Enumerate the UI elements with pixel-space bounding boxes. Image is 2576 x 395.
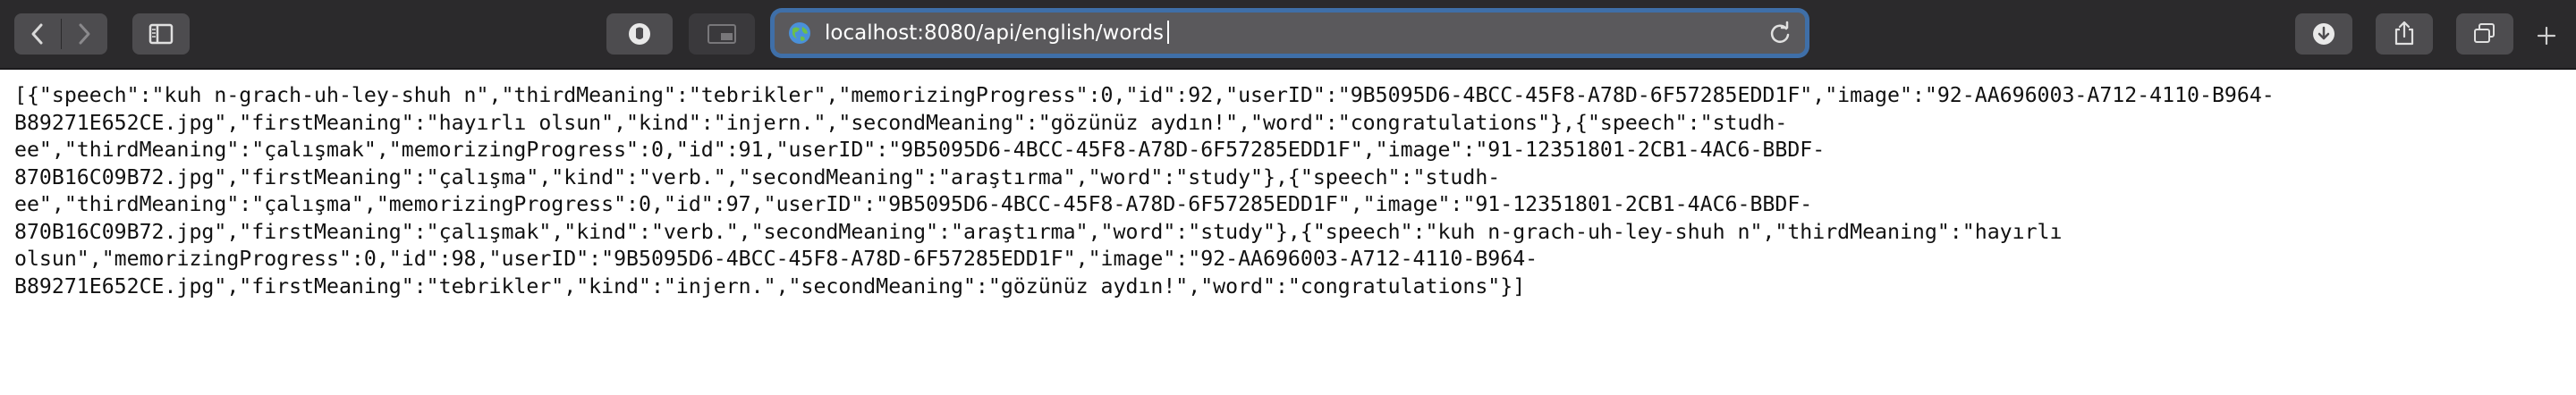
tab-overview-button[interactable]: [2456, 13, 2513, 55]
browser-toolbar: localhost:8080/api/english/words: [0, 0, 2576, 70]
share-button[interactable]: [2376, 13, 2433, 55]
json-line: ee","thirdMeaning":"çalışmak","memorizin…: [14, 138, 1826, 162]
privacy-icon: [629, 23, 650, 45]
download-icon: [2313, 23, 2334, 45]
forward-button[interactable]: [61, 13, 107, 55]
text-caret: [1167, 21, 1170, 44]
json-response-body: [{"speech":"kuh n-grach-uh-ley-shuh n","…: [14, 82, 2555, 300]
json-line: [{"speech":"kuh n-grach-uh-ley-shuh n","…: [14, 83, 2275, 107]
globe-icon: [789, 22, 810, 44]
chevron-right-icon: [79, 23, 90, 45]
url-text[interactable]: localhost:8080/api/english/words: [825, 21, 1170, 45]
pip-button[interactable]: [689, 13, 755, 55]
sidebar-button[interactable]: [132, 13, 190, 55]
back-button[interactable]: [14, 13, 61, 55]
json-line: 870B16C09B72.jpg","firstMeaning":"çalışm…: [14, 164, 1501, 189]
reload-icon[interactable]: [1767, 21, 1792, 46]
json-line: olsun","memorizingProgress":0,"id":98,"u…: [14, 247, 1538, 271]
json-line: B89271E652CE.jpg","firstMeaning":"tebrik…: [14, 273, 1526, 298]
json-line: B89271E652CE.jpg","firstMeaning":"hayırl…: [14, 110, 1788, 135]
navigation-buttons: [14, 13, 107, 55]
downloads-button[interactable]: [2295, 13, 2352, 55]
url-value: localhost:8080/api/english/words: [825, 21, 1165, 45]
chevron-left-icon: [31, 23, 43, 45]
json-line: 870B16C09B72.jpg","firstMeaning":"çalışm…: [14, 219, 2063, 244]
json-line: ee","thirdMeaning":"çalışma","memorizing…: [14, 192, 1813, 216]
plus-icon[interactable]: [2536, 25, 2557, 46]
share-icon: [2394, 21, 2414, 46]
address-bar[interactable]: localhost:8080/api/english/words: [775, 13, 1805, 54]
privacy-report-button[interactable]: [606, 13, 673, 55]
picture-in-picture-icon: [708, 24, 736, 44]
sidebar-icon: [148, 23, 174, 45]
tab-overview-icon: [2474, 23, 2495, 43]
